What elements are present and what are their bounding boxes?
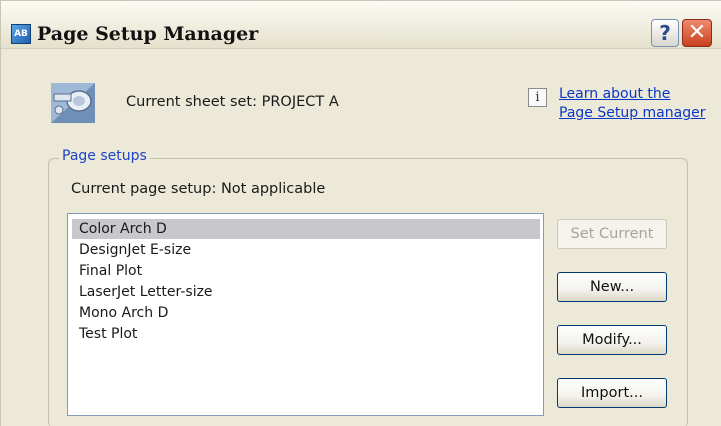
- close-button[interactable]: ✕: [682, 19, 712, 47]
- list-item[interactable]: Mono Arch D: [72, 303, 540, 323]
- list-item[interactable]: Final Plot: [72, 261, 540, 281]
- learn-link-line1[interactable]: Learn about the: [559, 85, 719, 104]
- import-button[interactable]: Import...: [557, 378, 667, 408]
- app-icon: AB: [11, 24, 31, 44]
- current-sheet-set-label: Current sheet set: PROJECT A: [126, 94, 339, 110]
- window-title: Page Setup Manager: [37, 23, 259, 45]
- learn-about-page-setup-link[interactable]: Learn about the Page Setup manager: [559, 85, 719, 123]
- current-page-setup-label: Current page setup: Not applicable: [71, 181, 326, 197]
- page-setups-group-label: Page setups: [59, 148, 150, 164]
- page-setups-list[interactable]: Color Arch D DesignJet E-size Final Plot…: [67, 213, 544, 416]
- sheet-set-icon: [48, 80, 98, 126]
- modify-button[interactable]: Modify...: [557, 325, 667, 355]
- title-bar[interactable]: AB Page Setup Manager ? ✕: [1, 1, 721, 49]
- list-item[interactable]: Color Arch D: [72, 219, 540, 239]
- info-icon: i: [528, 88, 547, 107]
- learn-link-line2[interactable]: Page Setup manager: [559, 104, 719, 123]
- list-item[interactable]: Test Plot: [72, 324, 540, 344]
- list-item[interactable]: DesignJet E-size: [72, 240, 540, 260]
- help-button[interactable]: ?: [651, 19, 679, 47]
- list-item[interactable]: LaserJet Letter-size: [72, 282, 540, 302]
- set-current-button[interactable]: Set Current: [557, 219, 667, 249]
- new-button[interactable]: New...: [557, 272, 667, 302]
- page-setup-manager-dialog: AB Page Setup Manager ? ✕ Current sheet …: [0, 0, 721, 426]
